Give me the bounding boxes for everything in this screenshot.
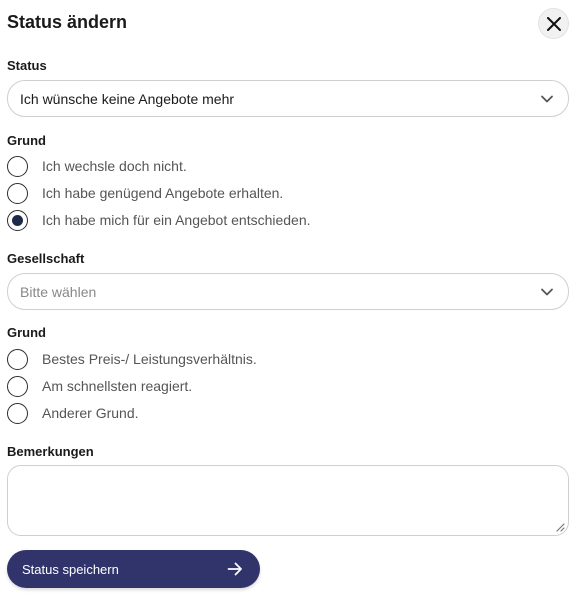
radio-label: Am schnellsten reagiert. (42, 378, 193, 394)
status-select[interactable]: Ich wünsche keine Angebote mehr (7, 80, 569, 117)
reason1-option-1[interactable]: Ich wechsle doch nicht. (7, 155, 187, 177)
resize-handle-icon[interactable] (555, 522, 565, 532)
arrow-right-icon (227, 562, 242, 576)
chevron-down-icon (541, 95, 553, 103)
close-icon (546, 16, 561, 31)
dialog-title: Status ändern (7, 12, 128, 32)
company-label: Gesellschaft (7, 251, 85, 266)
status-select-value: Ich wünsche keine Angebote mehr (20, 90, 235, 107)
remarks-textarea[interactable] (7, 465, 569, 536)
close-button[interactable] (538, 8, 569, 39)
reason2-option-1[interactable]: Bestes Preis-/ Leistungsverhältnis. (7, 348, 257, 370)
reason2-option-2[interactable]: Am schnellsten reagiert. (7, 375, 192, 397)
radio-label: Ich habe genügend Angebote erhalten. (42, 185, 284, 201)
reason2-option-3[interactable]: Anderer Grund. (7, 402, 139, 424)
company-select-placeholder: Bitte wählen (20, 283, 97, 300)
radio-button[interactable] (7, 375, 28, 397)
radio-selected-dot (12, 214, 23, 226)
save-status-button[interactable]: Status speichern (7, 550, 260, 588)
radio-label: Ich wechsle doch nicht. (42, 158, 187, 174)
radio-button-selected[interactable] (7, 209, 28, 231)
radio-button[interactable] (7, 155, 28, 177)
radio-button[interactable] (7, 182, 28, 204)
reason1-option-3[interactable]: Ich habe mich für ein Angebot entschiede… (7, 209, 311, 231)
radio-label: Bestes Preis-/ Leistungsverhältnis. (42, 351, 257, 367)
company-select[interactable]: Bitte wählen (7, 273, 569, 310)
remarks-label: Bemerkungen (7, 444, 94, 459)
radio-button[interactable] (7, 402, 28, 424)
reason1-option-2[interactable]: Ich habe genügend Angebote erhalten. (7, 182, 283, 204)
reason1-label: Grund (7, 133, 46, 148)
radio-label: Anderer Grund. (42, 405, 139, 421)
reason2-label: Grund (7, 325, 46, 340)
radio-label: Ich habe mich für ein Angebot entschiede… (42, 212, 311, 228)
status-label: Status (7, 58, 47, 73)
save-status-label: Status speichern (22, 561, 119, 577)
radio-button[interactable] (7, 348, 28, 370)
chevron-down-icon (541, 288, 553, 296)
